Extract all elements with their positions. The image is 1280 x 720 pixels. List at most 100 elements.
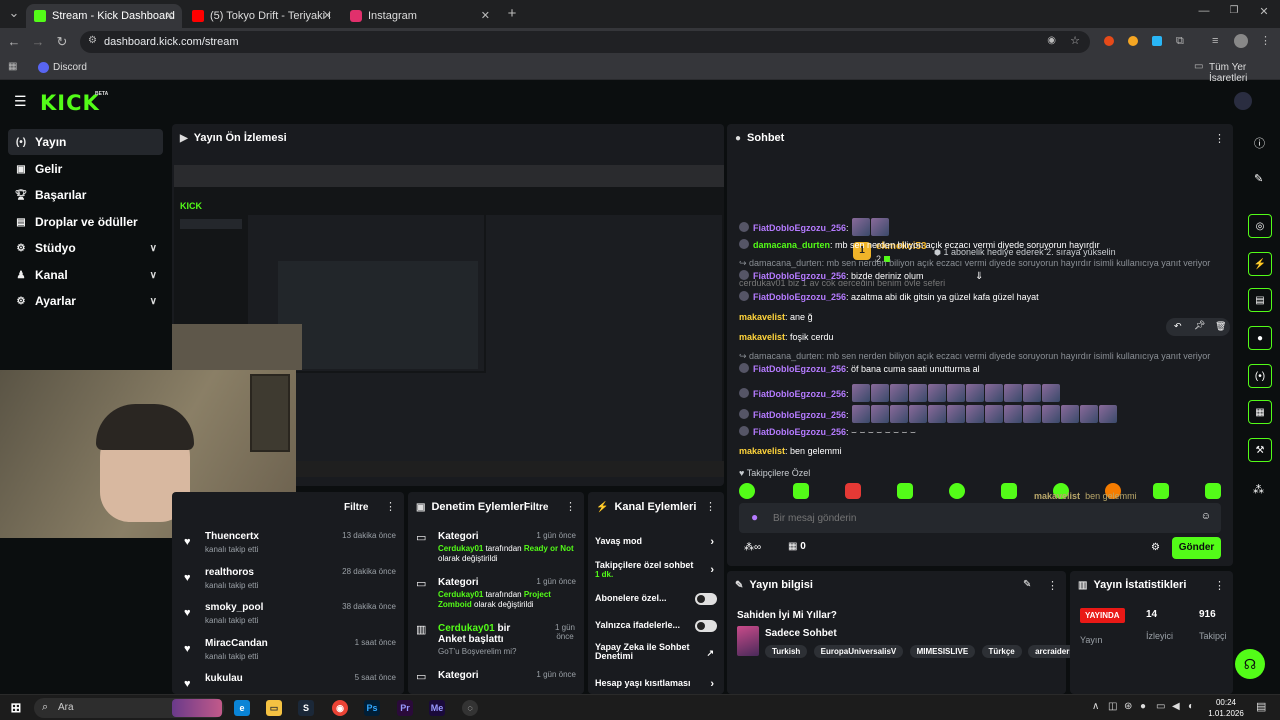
browser-menu-icon[interactable]: ⋮ (1260, 34, 1271, 47)
clock[interactable]: 00:24 1.01.2026 (1204, 697, 1248, 719)
chat-username[interactable]: FiatDobloEgzozu_256 (753, 292, 846, 302)
windows-start-icon[interactable]: ⊞ (8, 700, 24, 716)
emote-icon[interactable] (845, 483, 861, 499)
emote-icon[interactable] (984, 384, 1003, 402)
apps-grid-icon[interactable]: ▦ (8, 61, 17, 72)
emote-icon[interactable] (870, 405, 889, 423)
chat-message[interactable]: damacana_durten: mb sen nerden biliyon a… (739, 239, 1100, 250)
info-icon[interactable]: ⓘ (1254, 135, 1265, 151)
media-icon[interactable]: ≡ (1212, 35, 1218, 47)
emote-icon[interactable] (739, 483, 755, 499)
emote-icon[interactable] (870, 218, 889, 236)
taskbar-search[interactable]: ⌕ Ara (34, 698, 224, 718)
mod-user[interactable]: Cerdukay01 (438, 544, 483, 553)
edge-icon[interactable]: e (234, 700, 250, 716)
extension-icon[interactable] (1152, 36, 1162, 46)
chat-username[interactable]: FiatDobloEgzozu_256 (753, 410, 846, 420)
window-close-icon[interactable]: ✕ (1256, 5, 1272, 18)
steam-icon[interactable]: S (298, 700, 314, 716)
emote-icon[interactable] (851, 384, 870, 402)
emote-icon[interactable] (1003, 405, 1022, 423)
emote-icon[interactable] (984, 405, 1003, 423)
rail-chat-icon[interactable]: ● (1248, 326, 1272, 350)
mod-user[interactable]: Cerdukay01 (438, 623, 495, 634)
more-icon[interactable]: ⋮ (565, 500, 576, 513)
tab-search-icon[interactable]: ⌄ (6, 5, 22, 21)
reload-icon[interactable]: ↻ (54, 34, 70, 50)
emote-icon[interactable] (1022, 405, 1041, 423)
sidebar-item-studyo[interactable]: ⚙ Stüdyo ∨ (8, 235, 163, 261)
mic-icon[interactable]: ● (1140, 701, 1146, 712)
obs-icon[interactable]: ◌ (462, 700, 478, 716)
chat-message[interactable]: makavelist: ben gelemmi (739, 446, 842, 456)
sidebar-item-kanal[interactable]: ♟ Kanal ∨ (8, 262, 163, 288)
support-icon[interactable]: ☊ (1235, 649, 1265, 679)
points-display[interactable]: ▦ 0 (788, 541, 806, 552)
chat-message[interactable]: FiatDobloEgzozu_256: azaltma abi dik git… (739, 291, 1039, 302)
sidebar-item-gelir[interactable]: ▣ Gelir (8, 156, 163, 182)
chat-username[interactable]: FiatDobloEgzozu_256 (753, 389, 846, 399)
emote-icon[interactable] (870, 384, 889, 402)
more-icon[interactable]: ⋮ (1047, 579, 1058, 592)
site-info-icon[interactable]: ⚙ (88, 35, 97, 46)
category-thumbnail[interactable] (737, 626, 759, 656)
emote-icon[interactable] (1003, 384, 1022, 402)
emote-icon[interactable] (927, 384, 946, 402)
action-slow-mode[interactable]: Yavaş mod › (595, 536, 717, 548)
chat-message[interactable]: FiatDobloEgzozu_256: bizde deriniz olum (739, 270, 924, 281)
chat-message[interactable]: makavelist: ane ğ (739, 312, 813, 322)
photoshop-icon[interactable]: Ps (364, 700, 380, 716)
restore-icon[interactable]: ❐ (1226, 5, 1242, 16)
volume-icon[interactable]: ◀ (1172, 701, 1180, 712)
chat-message[interactable]: makavelist: foşik cerdu (739, 332, 834, 342)
emote-icon[interactable] (965, 384, 984, 402)
emote-icon[interactable] (1060, 405, 1079, 423)
action-subscribers-only[interactable]: Abonelere özel... (595, 593, 717, 605)
chat-username[interactable]: FiatDobloEgzozu_256 (753, 223, 846, 233)
new-tab-icon[interactable]: + (504, 5, 520, 22)
media-encoder-icon[interactable]: Me (429, 700, 445, 716)
emote-icon[interactable] (965, 405, 984, 423)
bookmark-discord[interactable]: Discord (53, 62, 87, 73)
bookmark-star-icon[interactable]: ☆ (1070, 34, 1080, 47)
rail-lightning-icon[interactable]: ⚡ (1248, 252, 1272, 276)
edit-icon[interactable]: ✎ (1254, 172, 1263, 185)
emote-icon[interactable] (908, 405, 927, 423)
extension-icon[interactable] (1104, 36, 1114, 46)
rail-clipboard-icon[interactable]: ▤ (1248, 288, 1272, 312)
chat-settings-icon[interactable]: ⚙ (1151, 542, 1160, 553)
notification-icon[interactable]: ▤ (1256, 700, 1266, 713)
emote-icon[interactable] (946, 384, 965, 402)
emote-icon[interactable] (897, 483, 913, 499)
emote-icon[interactable] (1041, 405, 1060, 423)
chat-username[interactable]: FiatDobloEgzozu_256 (753, 364, 846, 374)
emote-icon[interactable] (1098, 405, 1117, 423)
chat-message[interactable]: FiatDobloEgzozu_256: öf bana cuma saati … (739, 363, 980, 374)
mod-user[interactable]: Cerdukay01 (438, 590, 483, 599)
chat-message[interactable]: FiatDobloEgzozu_256: ⌣ ⌣ ⌣ ⌣ ⌣ ⌣ ⌣ ⌣ (739, 426, 916, 438)
pin-icon[interactable]: 📌︎ (1194, 320, 1205, 331)
chat-message[interactable]: FiatDobloEgzozu_256: (739, 218, 890, 236)
tab-instagram[interactable]: Instagram ✕ (342, 4, 498, 28)
avatar[interactable] (1234, 34, 1248, 48)
share-icon[interactable]: ⁂ (1253, 483, 1264, 496)
puzzle-icon[interactable]: ⧉ (1176, 35, 1184, 48)
emote-icon[interactable] (1001, 483, 1017, 499)
chat-username[interactable]: FiatDobloEgzozu_256 (753, 271, 846, 281)
emote-icon[interactable] (946, 405, 965, 423)
send-button[interactable]: Gönder (1172, 537, 1221, 559)
hamburger-menu-icon[interactable]: ☰ (14, 93, 27, 110)
rewards-icon[interactable]: ⁂∞ (744, 542, 761, 553)
emote-icon[interactable] (889, 405, 908, 423)
emote-icon[interactable] (793, 483, 809, 499)
emote-icon[interactable] (1079, 405, 1098, 423)
emote-icon[interactable] (1205, 483, 1221, 499)
action-followers-only[interactable]: Takipçilere özel sohbet 1 dk. › (595, 560, 717, 579)
sidebar-item-basarilar[interactable]: 🏆︎ Başarılar (8, 182, 163, 208)
emote-icon[interactable] (908, 384, 927, 402)
extension-icon[interactable] (1128, 36, 1138, 46)
more-icon[interactable]: ⋮ (1214, 579, 1225, 592)
emote-icon[interactable] (1041, 384, 1060, 402)
more-icon[interactable]: ⋮ (705, 500, 716, 513)
rail-wrench-icon[interactable]: ⚒ (1248, 438, 1272, 462)
